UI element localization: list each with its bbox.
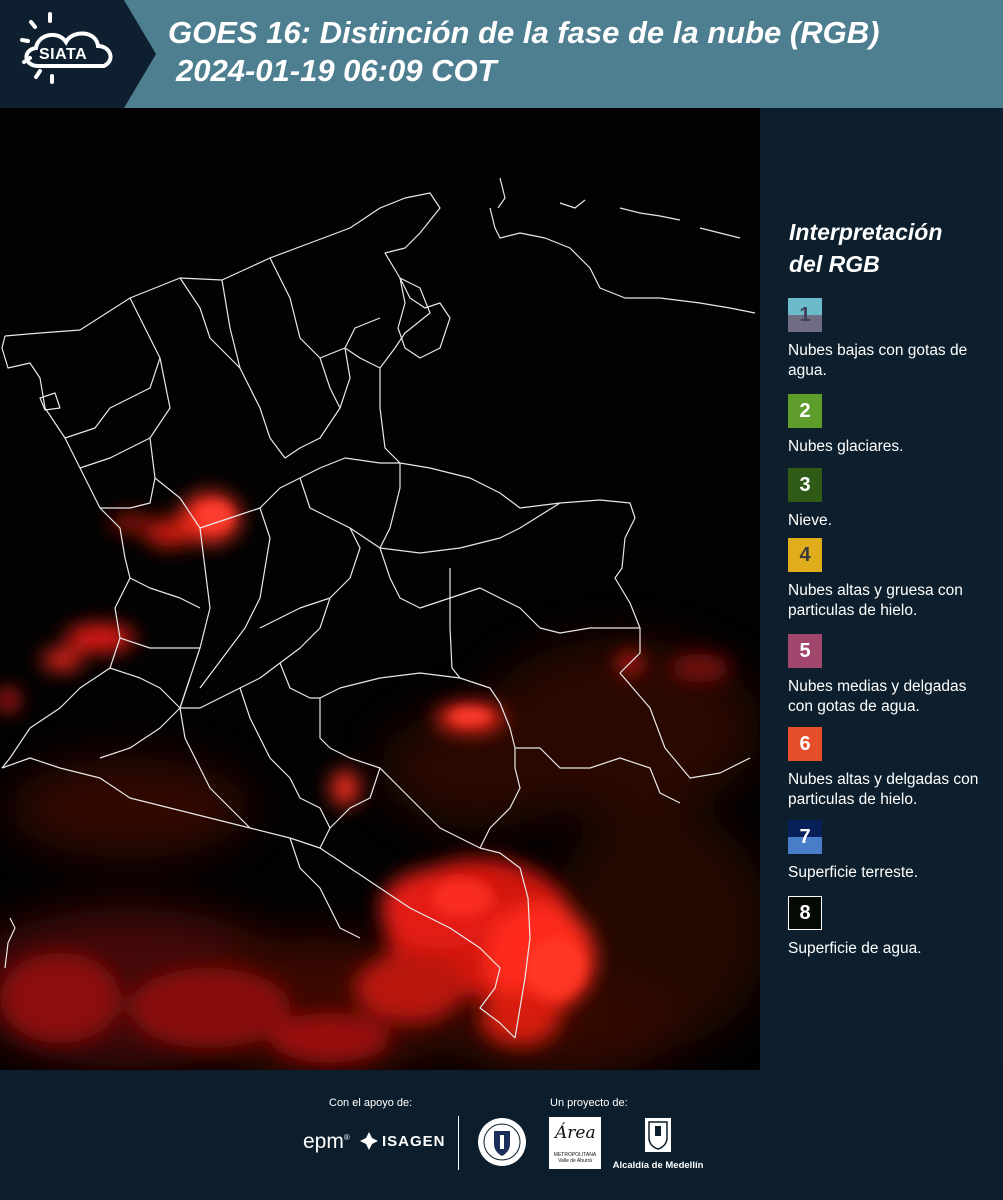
alcaldia-text: Alcaldía de Medellín <box>612 1160 704 1171</box>
header-bar: SIATA GOES 16: Distinción de la fase de … <box>0 0 1003 108</box>
legend-swatch-8: 8 <box>788 896 822 930</box>
area-metropolitana-logo: Área METROPOLITANA Valle de Aburrá <box>549 1117 601 1169</box>
title-product: GOES 16: Distinción de la fase de la nub… <box>168 15 880 50</box>
alcaldia-medellin-logo: Alcaldía de Medellín <box>612 1118 704 1171</box>
project-label: Un proyecto de: <box>550 1097 628 1109</box>
legend-swatch-1: 1 <box>788 298 822 332</box>
legend-item-2: 2 Nubes glaciares. <box>788 394 993 457</box>
legend-swatch-2: 2 <box>788 394 822 428</box>
legend-swatch-6: 6 <box>788 727 822 761</box>
legend-item-8: 8 Superficie de agua. <box>788 896 993 959</box>
legend-swatch-3: 3 <box>788 468 822 502</box>
legend-item-7: 7 Superficie terreste. <box>788 820 993 883</box>
page-title: GOES 16: Distinción de la fase de la nub… <box>168 14 988 90</box>
legend-swatch-5: 5 <box>788 634 822 668</box>
rgb-satellite-image <box>0 108 760 1070</box>
legend-label-1: Nubes bajas con gotas de agua. <box>788 342 968 379</box>
legend-item-4: 4 Nubes altas y gruesa con particulas de… <box>788 538 993 621</box>
legend-item-1: 1 Nubes bajas con gotas de agua. <box>788 298 993 381</box>
area-logo-sub: METROPOLITANA Valle de Aburrá <box>553 1152 597 1164</box>
epm-logo-text: epm <box>303 1130 344 1153</box>
legend-panel: Interpretación del RGB 1 Nubes bajas con… <box>760 108 1003 1070</box>
legend-swatch-4: 4 <box>788 538 822 572</box>
footer-bar: Con el apoyo de: Un proyecto de: epm® IS… <box>0 1070 1003 1200</box>
legend-title-line1: Interpretación <box>789 219 943 245</box>
alcaldia-shield-icon <box>645 1118 671 1152</box>
legend-item-5: 5 Nubes medias y delgadas con gotas de a… <box>788 634 993 717</box>
title-datetime: 2024-01-19 06:09 COT <box>176 53 497 88</box>
support-label: Con el apoyo de: <box>329 1097 413 1109</box>
isagen-logo-text: ISAGEN <box>382 1132 446 1150</box>
legend-label-5: Nubes medias y delgadas con gotas de agu… <box>788 678 967 715</box>
isagen-mark-icon <box>360 1132 378 1150</box>
legend-label-4: Nubes altas y gruesa con particulas de h… <box>788 582 963 619</box>
epm-logo: epm® <box>303 1130 350 1153</box>
isagen-logo: ISAGEN <box>360 1132 446 1150</box>
satellite-map <box>0 108 760 1070</box>
legend-label-2: Nubes glaciares. <box>788 438 904 455</box>
legend-label-6: Nubes altas y delgadas con particulas de… <box>788 771 979 808</box>
medellin-seal-icon <box>478 1118 526 1166</box>
legend-swatch-7: 7 <box>788 820 822 854</box>
legend-item-6: 6 Nubes altas y delgadas con particulas … <box>788 727 993 810</box>
area-logo-word: Área <box>555 1123 596 1143</box>
legend-label-8: Superficie de agua. <box>788 940 922 957</box>
legend-label-7: Superficie terreste. <box>788 864 919 881</box>
legend-item-3: 3 Nieve. <box>788 468 993 531</box>
legend-title-line2: del RGB <box>789 251 880 277</box>
legend-label-3: Nieve. <box>788 512 832 529</box>
footer-divider <box>458 1116 459 1170</box>
siata-logo: SIATA <box>0 0 156 108</box>
siata-logo-text: SIATA <box>39 46 88 63</box>
legend-title: Interpretación del RGB <box>789 216 989 280</box>
